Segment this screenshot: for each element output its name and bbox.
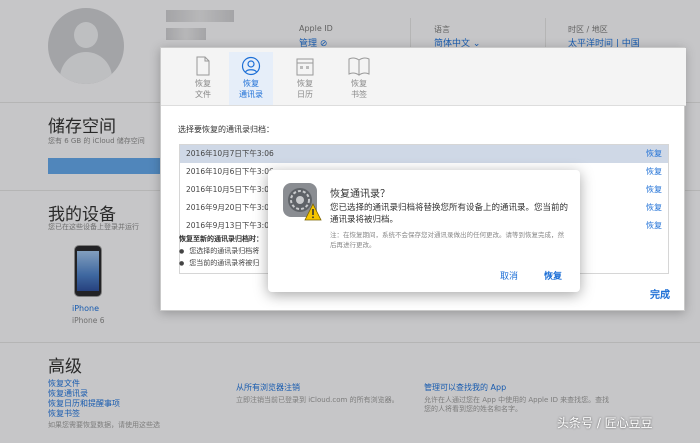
confirm-restore-dialog: 恢复通讯录？ 您已选择的通讯录归档将替换您所有设备上的通讯录。您当前的通讯录将被… bbox=[268, 170, 580, 292]
archive-date: 2016年9月20日下午3:06 bbox=[186, 203, 274, 212]
cancel-button[interactable]: 取消 bbox=[500, 269, 518, 282]
restore-warning-item: 您选择的通讯录归档将 bbox=[179, 246, 259, 256]
tab-restore-contacts[interactable]: 恢复 通讯录 bbox=[229, 52, 273, 105]
archive-date: 2016年10月7日下午3:06 bbox=[186, 149, 274, 158]
archive-restore-link[interactable]: 恢复 bbox=[646, 181, 662, 199]
archive-restore-link[interactable]: 恢复 bbox=[646, 199, 662, 217]
archive-date: 2016年10月5日下午3:06 bbox=[186, 185, 274, 194]
archive-date: 2016年10月6日下午3:06 bbox=[186, 167, 274, 176]
archive-restore-link[interactable]: 恢复 bbox=[646, 163, 662, 181]
confirm-note: 注：在恢复期间，系统不会保存您对通讯录做出的任何更改。请等到恢复完成，然后再进行… bbox=[330, 231, 564, 249]
watermark: 头条号 / 匠心豆豆 bbox=[557, 416, 653, 430]
settings-warning-icon bbox=[283, 183, 322, 221]
restore-tabs: 恢复 文件 恢复 通讯录 恢复 日历 恢复 书签 bbox=[161, 48, 686, 106]
tab-restore-calendar[interactable]: 恢复 日历 bbox=[283, 52, 327, 100]
confirm-message: 您已选择的通讯录归档将替换您所有设备上的通讯录。您当前的通讯录将被归档。 bbox=[330, 203, 569, 225]
archive-restore-link[interactable]: 恢复 bbox=[646, 145, 662, 163]
contacts-icon bbox=[241, 56, 261, 76]
calendar-icon bbox=[296, 58, 314, 76]
archive-date: 2016年9月13日下午3:05 bbox=[186, 221, 274, 230]
archive-restore-link[interactable]: 恢复 bbox=[646, 217, 662, 235]
archive-row[interactable]: 2016年10月7日下午3:06 恢复 bbox=[180, 145, 668, 163]
confirm-title: 恢复通讯录？ bbox=[330, 189, 390, 200]
tab-restore-files[interactable]: 恢复 文件 bbox=[181, 52, 225, 100]
restore-button[interactable]: 恢复 bbox=[544, 269, 562, 282]
bookmark-icon bbox=[348, 57, 370, 76]
restore-warning-title: 恢复至新的通讯录归档时： bbox=[179, 235, 263, 243]
archive-prompt: 选择要恢复的通讯录归档： bbox=[178, 125, 274, 134]
restore-warning-item: 您当前的通讯录将被归 bbox=[179, 258, 259, 268]
document-icon bbox=[196, 56, 210, 76]
tab-restore-bookmarks[interactable]: 恢复 书签 bbox=[337, 52, 381, 100]
done-button[interactable]: 完成 bbox=[650, 286, 670, 301]
